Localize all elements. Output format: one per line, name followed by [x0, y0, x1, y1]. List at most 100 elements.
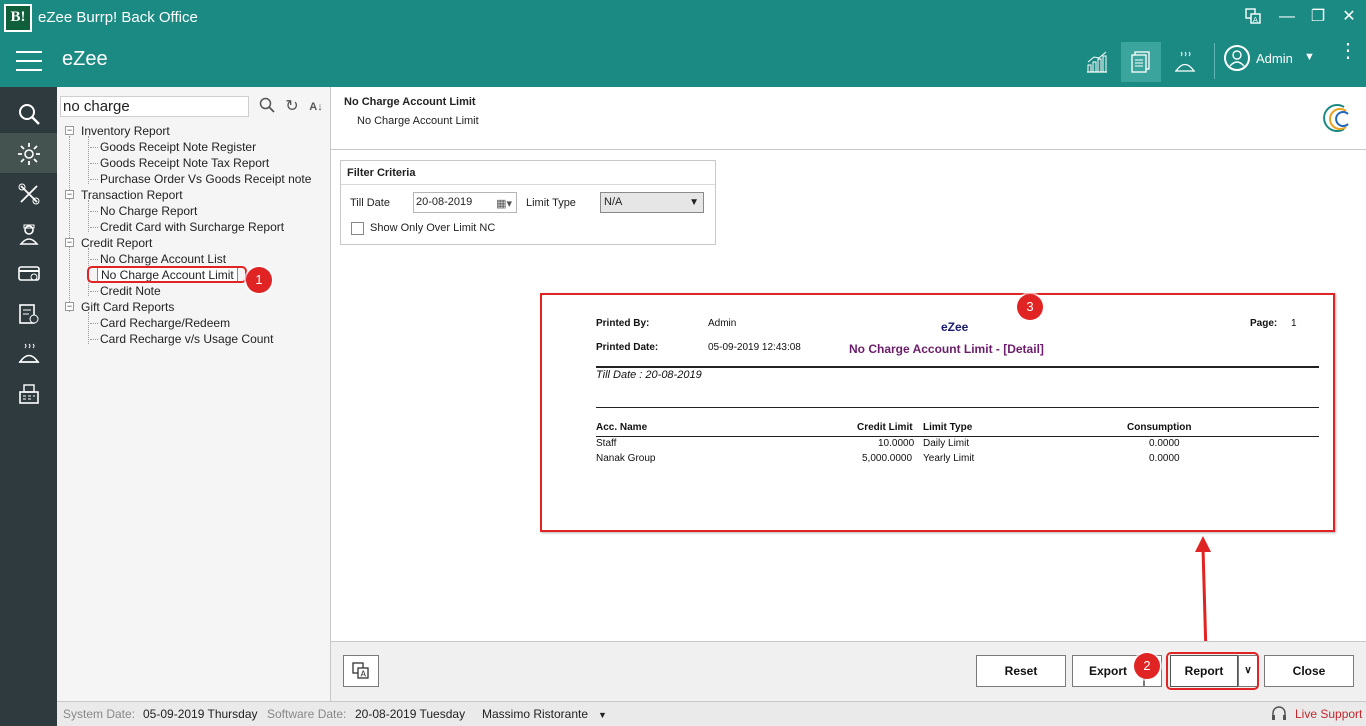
callout-3-badge: 3	[1017, 294, 1043, 320]
close-window-button[interactable]: ✕	[1339, 8, 1359, 28]
outlet-select[interactable]: Massimo Ristorante	[482, 707, 588, 721]
rail-cloche-icon[interactable]	[0, 333, 57, 373]
system-date-label: System Date:	[63, 707, 136, 721]
svg-text:A: A	[1253, 16, 1258, 24]
tree-group-inventory[interactable]: − Inventory Report	[62, 124, 170, 140]
outlet-dropdown-icon[interactable]: ▼	[598, 710, 607, 720]
tree-item-grn-register[interactable]: Goods Receipt Note Register	[100, 140, 256, 156]
rail-staff-icon[interactable]	[0, 213, 57, 253]
filter-title: Filter Criteria	[347, 167, 416, 179]
software-date-value: 20-08-2019 Tuesday	[355, 707, 466, 721]
till-date-line: Till Date : 20-08-2019	[596, 369, 702, 381]
calendar-dropdown-icon[interactable]: ▦▾	[496, 195, 512, 214]
printed-date-value: 05-09-2019 12:43:08	[708, 342, 801, 353]
minimize-button[interactable]: —	[1277, 8, 1297, 28]
reports-icon[interactable]	[1121, 42, 1161, 82]
left-nav-rail	[0, 87, 57, 726]
dashboard-chart-icon[interactable]	[1077, 42, 1117, 82]
user-avatar-icon[interactable]	[1224, 45, 1250, 71]
row-limit-type: Yearly Limit	[923, 453, 975, 464]
tree-item-card-recharge-usage[interactable]: Card Recharge v/s Usage Count	[100, 332, 273, 348]
close-button[interactable]: Close	[1264, 655, 1354, 687]
row-consumption: 0.0000	[1149, 453, 1180, 464]
preview-divider	[596, 407, 1319, 408]
system-date-value: 05-09-2019 Thursday	[143, 707, 258, 721]
search-icon[interactable]	[257, 97, 277, 117]
row-limit-type: Daily Limit	[923, 438, 970, 449]
header-separator	[1214, 43, 1215, 79]
report-header	[331, 87, 1366, 150]
report-preview	[540, 293, 1335, 532]
headset-icon[interactable]	[1270, 705, 1288, 726]
limit-type-label: Limit Type	[526, 197, 576, 209]
rail-pos-icon[interactable]	[0, 373, 57, 413]
tree-item-grn-tax[interactable]: Goods Receipt Note Tax Report	[100, 156, 269, 172]
filter-divider	[341, 184, 715, 185]
report-search-input[interactable]: no charge	[60, 96, 249, 117]
printed-by-label: Printed By:	[596, 318, 650, 329]
tree-group-credit[interactable]: − Credit Report	[62, 236, 152, 252]
till-date-value: 20-08-2019	[416, 196, 473, 208]
rail-tools-icon[interactable]	[0, 173, 57, 213]
printed-by-value: Admin	[708, 318, 737, 329]
export-button[interactable]: Export	[1072, 655, 1144, 687]
window-title: eZee Burrp! Back Office	[38, 9, 198, 26]
tree-group-gift-card[interactable]: − Gift Card Reports	[62, 300, 174, 316]
rail-search-icon[interactable]	[0, 93, 57, 133]
chevron-down-icon: ▼	[689, 197, 699, 208]
rail-payment-icon[interactable]	[0, 253, 57, 293]
tree-item-card-recharge-redeem[interactable]: Card Recharge/Redeem	[100, 316, 230, 332]
col-credit-limit: Credit Limit	[857, 422, 913, 433]
row-credit-limit: 10.0000	[878, 438, 915, 449]
translate-icon[interactable]: A	[1243, 8, 1263, 28]
callout-2-badge: 2	[1134, 653, 1160, 679]
callout-arrow	[1195, 536, 1211, 655]
svg-text:A: A	[361, 670, 367, 679]
limit-type-value: N/A	[604, 196, 623, 208]
company-name: eZee	[941, 320, 969, 334]
page-label: Page:	[1250, 318, 1278, 329]
tree-item-credit-card-surcharge[interactable]: Credit Card with Surcharge Report	[100, 220, 284, 236]
row-consumption: 0.0000	[1149, 438, 1180, 449]
callout-2-highlight	[1166, 652, 1259, 690]
preview-divider	[596, 366, 1319, 368]
kitchen-icon[interactable]	[1165, 42, 1205, 82]
menu-icon[interactable]	[16, 51, 42, 71]
col-acc-name: Acc. Name	[596, 422, 648, 433]
tree-group-transaction[interactable]: − Transaction Report	[62, 188, 183, 204]
sort-az-icon[interactable]: A↓	[306, 97, 326, 117]
report-subtitle: No Charge Account Limit	[357, 115, 479, 127]
live-support-link[interactable]: Live Support	[1295, 707, 1362, 721]
user-dropdown-icon[interactable]: ▼	[1304, 51, 1315, 63]
over-limit-label: Show Only Over Limit NC	[370, 222, 496, 234]
over-limit-checkbox[interactable]	[351, 222, 364, 235]
more-options-icon[interactable]: ⋮	[1338, 41, 1358, 61]
col-limit-type: Limit Type	[923, 422, 973, 433]
app-header: eZee Admin ▼ ⋮	[0, 35, 1366, 87]
col-consumption: Consumption	[1127, 422, 1192, 433]
tree-item-credit-note[interactable]: Credit Note	[100, 284, 161, 300]
tree-item-po-vs-grn[interactable]: Purchase Order Vs Goods Receipt note	[100, 172, 311, 188]
rail-billing-icon[interactable]	[0, 293, 57, 333]
callout-1-badge: 1	[246, 267, 272, 293]
page-value: 1	[1291, 318, 1297, 329]
limit-type-select[interactable]: N/A ▼	[600, 192, 704, 213]
row-credit-limit: 5,000.0000	[862, 453, 913, 464]
brand-name: eZee	[62, 48, 108, 70]
row-acc-name: Nanak Group	[596, 453, 656, 464]
till-date-picker[interactable]: 20-08-2019 ▦▾	[413, 192, 517, 213]
printed-date-label: Printed Date:	[596, 342, 659, 353]
reset-button[interactable]: Reset	[976, 655, 1066, 687]
preview-report-title: No Charge Account Limit - [Detail]	[849, 342, 1044, 356]
user-name[interactable]: Admin	[1256, 51, 1293, 66]
row-acc-name: Staff	[596, 438, 617, 449]
rail-settings-icon[interactable]	[0, 133, 57, 173]
language-translate-button[interactable]: A	[343, 655, 379, 687]
tree-item-no-charge-report[interactable]: No Charge Report	[100, 204, 197, 220]
callout-1-highlight	[87, 266, 247, 283]
title-bar: B! eZee Burrp! Back Office A — ❐ ✕	[0, 0, 1366, 35]
preview-divider	[596, 436, 1319, 437]
software-date-label: Software Date:	[267, 707, 347, 721]
refresh-icon[interactable]: ↻	[282, 97, 302, 117]
restore-button[interactable]: ❐	[1308, 8, 1328, 28]
